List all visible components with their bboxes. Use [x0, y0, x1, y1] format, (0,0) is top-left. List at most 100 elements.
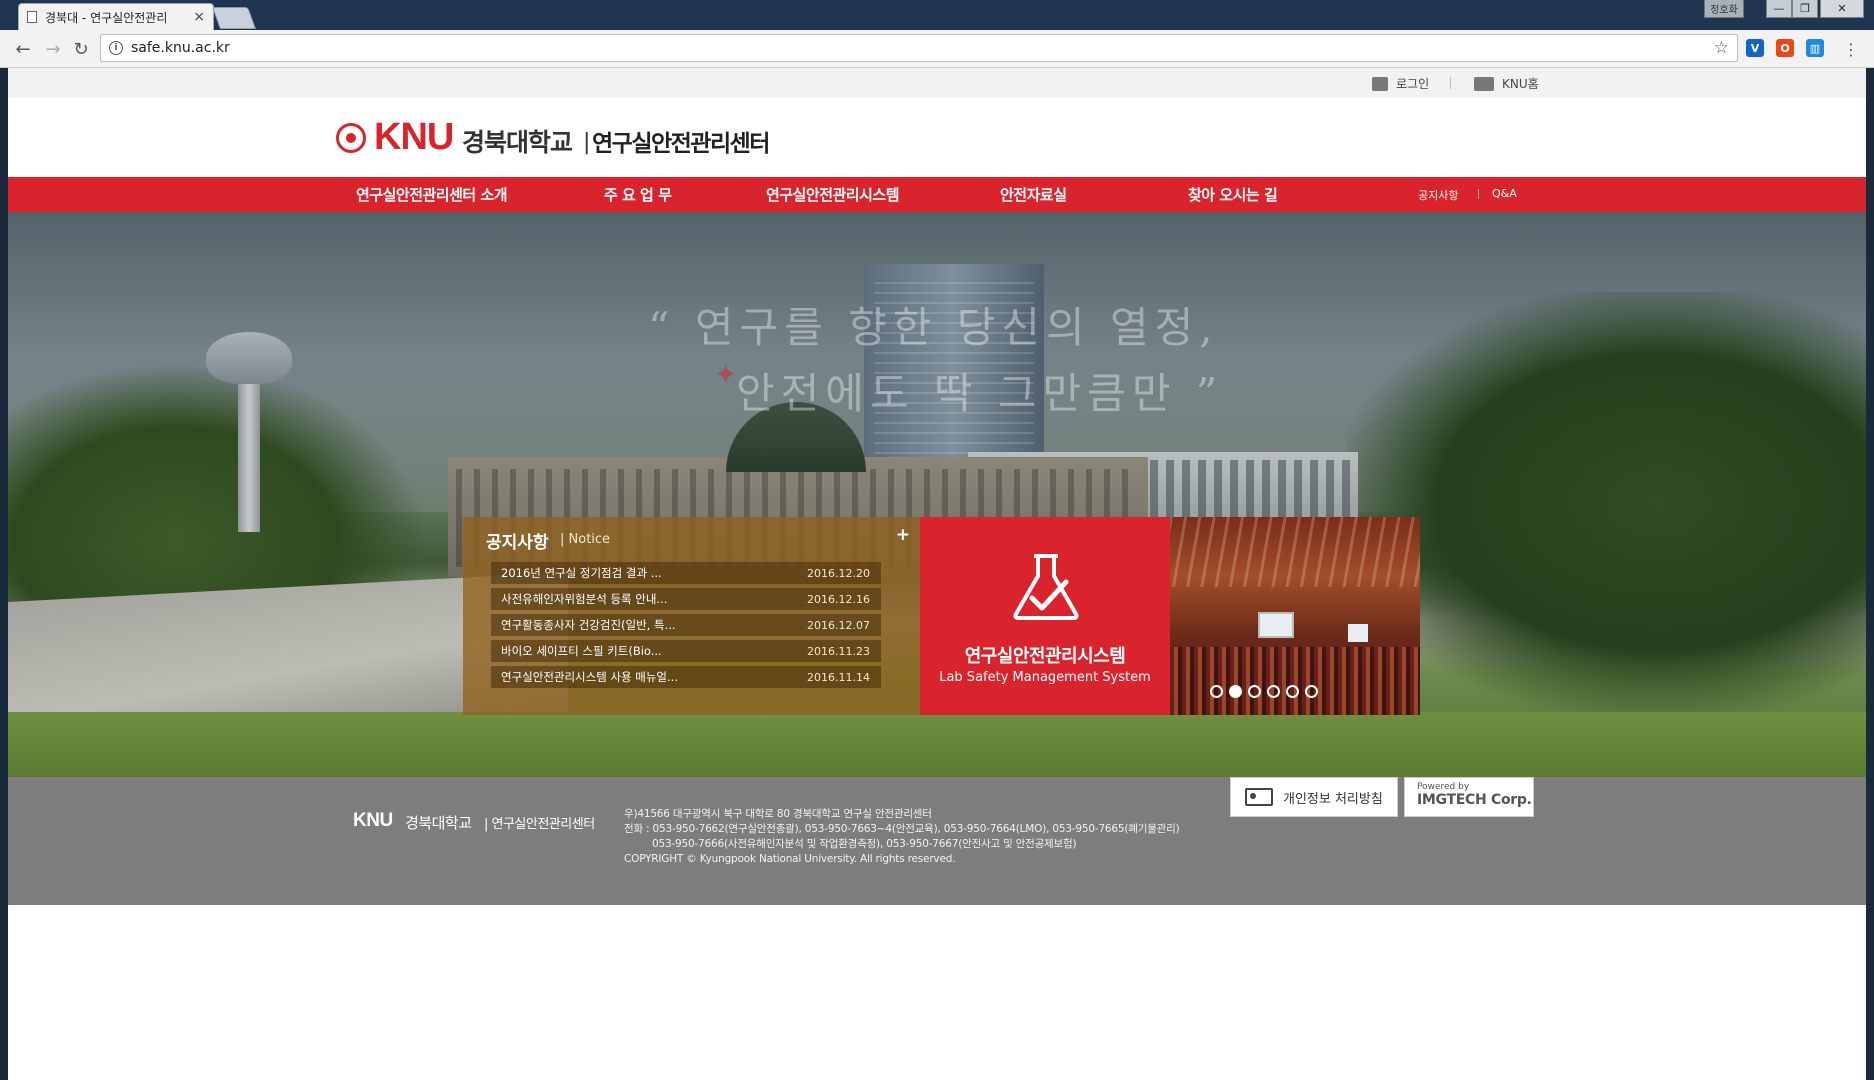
- notice-more-button[interactable]: +: [896, 525, 910, 545]
- footer-phone-1: 전화 : 053-950-7662(연구실안전총괄), 053-950-7663…: [624, 823, 1180, 835]
- powered-by-badge[interactable]: Powered by IMGTECH Corp.: [1404, 777, 1534, 817]
- profile-button[interactable]: 정호화: [1704, 0, 1744, 18]
- url-text: safe.knu.ac.kr: [131, 40, 230, 56]
- footer-info: 우)41566 대구광역시 북구 대학로 80 경북대학교 연구실 안전관리센터…: [624, 807, 1180, 867]
- window-close-button[interactable]: ✕: [1820, 0, 1864, 18]
- powered-by-label: Powered by: [1417, 782, 1470, 792]
- privacy-policy-label: 개인정보 처리방침: [1283, 791, 1383, 807]
- util-divider: [1450, 77, 1451, 89]
- knu-emblem-icon[interactable]: [336, 123, 366, 153]
- forward-button[interactable]: →: [40, 36, 66, 62]
- page-viewport: 로그인 KNU홈 KNU 경북대학교 | 연구실안전관리센터 연구실안전관리센터…: [8, 68, 1866, 1080]
- hero-quote-line1: “ 연구를 향한 당신의 열정,: [648, 303, 1219, 352]
- notice-row-title: 연구실안전관리시스템 사용 매뉴얼...: [501, 670, 678, 684]
- slide-pagination: [1210, 685, 1318, 698]
- notice-row-title: 사전유해인자위험분석 등록 안내...: [501, 592, 668, 606]
- reload-button[interactable]: ↻: [68, 36, 94, 62]
- nav-qna-link[interactable]: Q&A: [1492, 187, 1517, 200]
- slide-dot[interactable]: [1305, 685, 1318, 698]
- site-footer: KNU 경북대학교 | 연구실안전관리센터 우)41566 대구광역시 북구 대…: [8, 777, 1866, 905]
- window-border-right: [1866, 68, 1874, 1080]
- hero-banner: “ 연구를 향한 당신의 열정, ✦ 안전에도 딱 그만큼만 ” 공지사항 | …: [8, 212, 1866, 777]
- browser-tab[interactable]: 경북대 - 연구실안전관리 ×: [18, 3, 214, 30]
- slide-dot[interactable]: [1286, 685, 1299, 698]
- info-icon[interactable]: i: [109, 41, 123, 55]
- slide-screen-left: [1258, 612, 1294, 638]
- footer-copyright: COPYRIGHT © Kyungpook National Universit…: [624, 853, 956, 865]
- notice-row[interactable]: 연구실안전관리시스템 사용 매뉴얼... 2016.11.14: [491, 666, 881, 688]
- notice-list: 2016년 연구실 정기점검 결과 ... 2016.12.20 사전유해인자위…: [491, 562, 881, 692]
- footer-logo-knu: KNU: [353, 810, 393, 831]
- bookmark-star-icon[interactable]: ☆: [1714, 38, 1729, 58]
- login-link[interactable]: 로그인: [1372, 75, 1429, 92]
- notice-row-date: 2016.12.07: [807, 618, 870, 632]
- maximize-button[interactable]: ❐: [1792, 0, 1818, 18]
- tab-title: 경북대 - 연구실안전관리: [45, 10, 168, 25]
- browser-toolbar: ← → ↻ i safe.knu.ac.kr ☆ V O ▥ ⋮: [0, 30, 1874, 68]
- logo-divider: |: [583, 130, 591, 155]
- slide-dot-active[interactable]: [1229, 685, 1242, 698]
- lms-title: 연구실안전관리시스템: [964, 646, 1126, 667]
- notice-row-title: 연구활동종사자 건강검진(일반, 특...: [501, 618, 676, 632]
- slide-dot[interactable]: [1267, 685, 1280, 698]
- nav-divider: [1478, 189, 1479, 199]
- trello-extension-icon[interactable]: ▥: [1806, 39, 1824, 57]
- powered-by-company: IMGTECH Corp.: [1417, 792, 1532, 808]
- nav-directions[interactable]: 찾아 오시는 길: [1188, 184, 1278, 205]
- nav-center-intro[interactable]: 연구실안전관리센터 소개: [356, 184, 508, 205]
- slide-dot[interactable]: [1210, 685, 1223, 698]
- footer-logo-university: 경북대학교: [405, 814, 472, 832]
- site-header: KNU 경북대학교 | 연구실안전관리센터: [8, 98, 1866, 177]
- nav-notice-link[interactable]: 공지사항: [1418, 187, 1458, 203]
- main-navigation: 연구실안전관리센터 소개 주 요 업 무 연구실안전관리시스템 안전자료실 찾아…: [8, 177, 1866, 212]
- knu-home-link[interactable]: KNU홈: [1474, 75, 1539, 92]
- notice-row-date: 2016.12.16: [807, 592, 870, 606]
- vpn-extension-icon[interactable]: V: [1746, 39, 1764, 57]
- notice-row-date: 2016.11.23: [807, 644, 870, 658]
- notice-row[interactable]: 연구활동종사자 건강검진(일반, 특... 2016.12.07: [491, 614, 881, 636]
- lms-shortcut-card[interactable]: 연구실안전관리시스템 Lab Safety Management System: [920, 517, 1170, 715]
- office-extension-icon[interactable]: O: [1776, 39, 1794, 57]
- notice-row[interactable]: 2016년 연구실 정기점검 결과 ... 2016.12.20: [491, 562, 881, 584]
- slide-audience: [1170, 647, 1420, 715]
- back-button[interactable]: ←: [10, 36, 36, 62]
- notice-row[interactable]: 사전유해인자위험분석 등록 안내... 2016.12.16: [491, 588, 881, 610]
- minimize-button[interactable]: —: [1766, 0, 1792, 18]
- id-card-icon: [1245, 788, 1273, 806]
- logo-center-name[interactable]: 연구실안전관리센터: [592, 124, 770, 158]
- new-tab-button[interactable]: [211, 7, 257, 29]
- login-icon: [1372, 76, 1388, 91]
- footer-address: 우)41566 대구광역시 북구 대학로 80 경북대학교 연구실 안전관리센터: [624, 808, 932, 820]
- address-bar[interactable]: i safe.knu.ac.kr ☆: [100, 34, 1738, 62]
- footer-logo-center: | 연구실안전관리센터: [484, 817, 595, 832]
- notice-subtitle: | Notice: [560, 532, 611, 547]
- logo-knu[interactable]: KNU: [374, 116, 454, 159]
- slide-ceiling: [1170, 517, 1420, 587]
- notice-row[interactable]: 바이오 세이프티 스필 키트(Bio... 2016.11.23: [491, 640, 881, 662]
- quote-star-icon: ✦: [714, 358, 738, 391]
- utility-bar: 로그인 KNU홈: [8, 68, 1866, 98]
- nav-main-duties[interactable]: 주 요 업 무: [604, 184, 672, 205]
- water-tower-top: [206, 332, 292, 384]
- nav-safety-system[interactable]: 연구실안전관리시스템: [766, 184, 900, 205]
- slide-dot[interactable]: [1248, 685, 1261, 698]
- notice-row-title: 바이오 세이프티 스필 키트(Bio...: [501, 644, 662, 658]
- notice-title: 공지사항: [486, 533, 549, 553]
- footer-phone-2: 053-950-7666(사전유해인자분석 및 작업환경측정), 053-950…: [652, 838, 1077, 850]
- hero-quote-line2: 안전에도 딱 그만큼만 ”: [736, 369, 1224, 418]
- notice-row-date: 2016.11.14: [807, 670, 870, 684]
- notice-row-title: 2016년 연구실 정기점검 결과 ...: [501, 566, 662, 580]
- photo-slideshow[interactable]: [1170, 517, 1420, 715]
- browser-menu-icon[interactable]: ⋮: [1838, 36, 1864, 62]
- nav-safety-library[interactable]: 안전자료실: [1000, 184, 1067, 205]
- lms-subtitle: Lab Safety Management System: [939, 670, 1151, 685]
- logo-university[interactable]: 경북대학교: [462, 123, 573, 159]
- tab-close-icon[interactable]: ×: [193, 9, 205, 25]
- slide-screen-right: [1348, 624, 1368, 642]
- flask-check-icon: [1013, 554, 1079, 620]
- privacy-policy-button[interactable]: 개인정보 처리방침: [1230, 777, 1398, 817]
- login-label: 로그인: [1396, 77, 1430, 91]
- hero-trees-right: [1346, 292, 1866, 712]
- document-icon: [27, 11, 37, 23]
- water-tower: [238, 372, 260, 532]
